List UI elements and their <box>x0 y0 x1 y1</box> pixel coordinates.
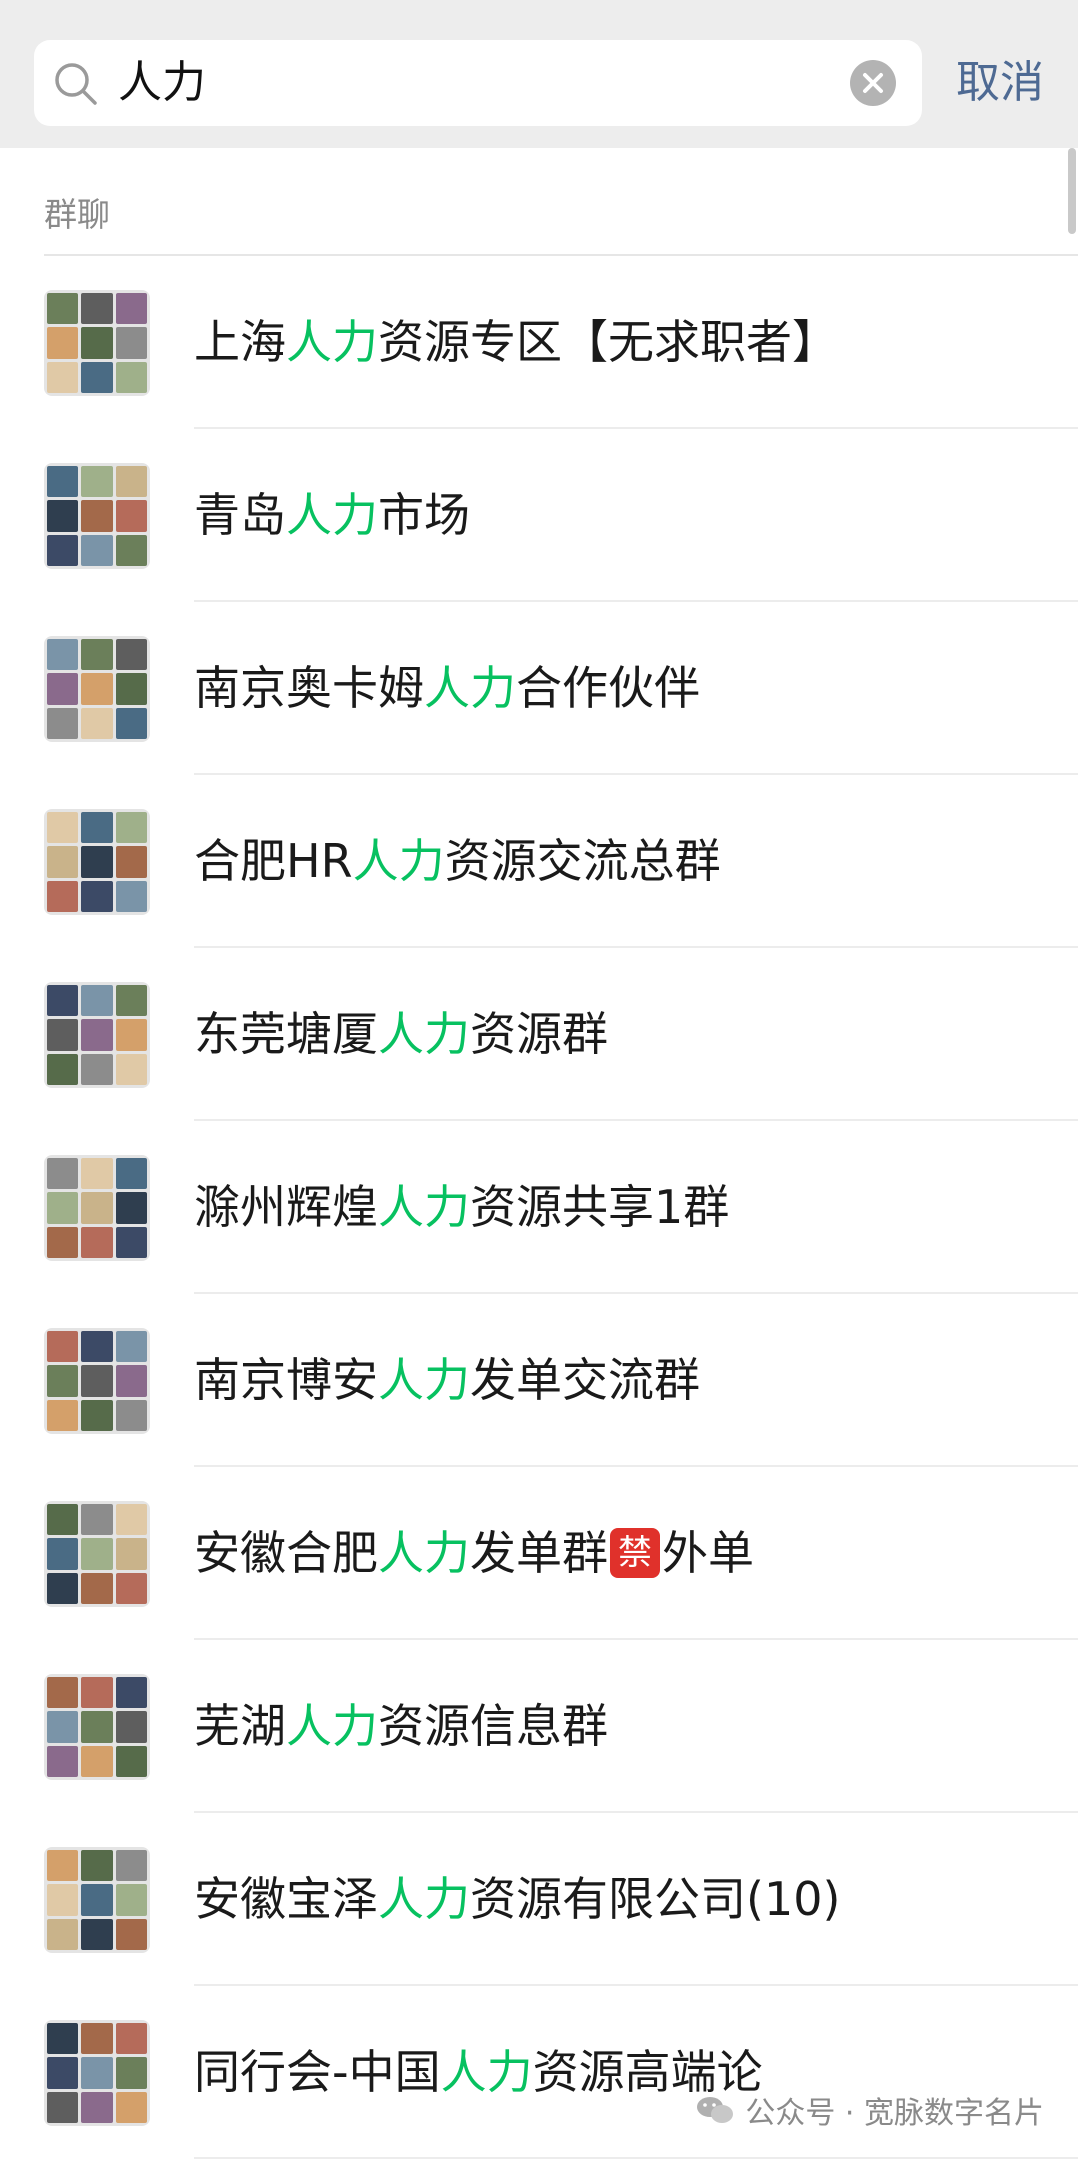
search-query-text: 人力 <box>118 57 206 108</box>
group-chat-title: 南京博安人力发单交流群 <box>194 1294 700 1467</box>
group-avatar <box>44 636 150 742</box>
group-chat-row[interactable]: 南京博安人力发单交流群 <box>0 1294 1078 1467</box>
title-match-highlight: 人力 <box>352 834 445 888</box>
group-chat-row[interactable]: 安徽宝泽人力资源有限公司(10) <box>0 1813 1078 1986</box>
title-suffix: 资源有限公司(10) <box>470 1872 841 1926</box>
group-avatar <box>44 2020 150 2126</box>
title-prefix: 青岛 <box>194 488 286 542</box>
title-prefix: 上海 <box>194 315 286 369</box>
title-prefix: 同行会-中国 <box>194 2045 441 2099</box>
title-suffix: 资源共享1群 <box>470 1180 730 1234</box>
group-chat-row[interactable]: 青岛人力市场 <box>0 429 1078 602</box>
group-chat-title: 南京奥卡姆人力合作伙伴 <box>194 602 700 775</box>
title-suffix: 资源群 <box>470 1007 608 1061</box>
group-avatar <box>44 1501 150 1607</box>
group-avatar <box>44 1847 150 1953</box>
group-avatar <box>44 1155 150 1261</box>
title-prefix: 安徽宝泽 <box>194 1872 378 1926</box>
search-input[interactable]: 人力 <box>34 40 922 126</box>
group-chat-row[interactable]: 东莞塘厦人力资源群 <box>0 948 1078 1121</box>
title-match-highlight: 人力 <box>440 2045 533 2099</box>
group-avatar <box>44 290 150 396</box>
title-match-highlight: 人力 <box>378 1353 470 1407</box>
group-avatar <box>44 463 150 569</box>
group-chat-row[interactable]: 上海人力资源专区【无求职者】 <box>0 256 1078 429</box>
group-chat-title: 芜湖人力资源信息群 <box>194 1640 608 1813</box>
group-chat-row[interactable]: 合肥HR人力资源交流总群 <box>0 775 1078 948</box>
title-suffix: 资源信息群 <box>378 1699 608 1753</box>
title-match-highlight: 人力 <box>378 1872 470 1926</box>
watermark-text: 公众号 · 宽脉数字名片 <box>745 2096 1044 2131</box>
title-prefix: 南京奥卡姆 <box>194 661 424 715</box>
group-chat-title: 安徽宝泽人力资源有限公司(10) <box>194 1813 840 1986</box>
clear-icon[interactable] <box>850 60 896 106</box>
wechat-icon <box>697 2097 734 2123</box>
title-prefix: 合肥HR <box>194 834 353 888</box>
group-chat-row[interactable]: 南京奥卡姆人力合作伙伴 <box>0 602 1078 775</box>
scrollbar[interactable] <box>1068 148 1076 234</box>
group-chat-title: 滁州辉煌人力资源共享1群 <box>194 1121 729 1294</box>
title-suffix-2: 外单 <box>662 1526 754 1580</box>
group-chat-row[interactable]: 安徽合肥人力发单群禁外单 <box>0 1467 1078 1640</box>
group-chat-row[interactable]: 滁州辉煌人力资源共享1群 <box>0 1121 1078 1294</box>
group-chat-results-list: 上海人力资源专区【无求职者】 青岛人力市场 南京奥卡姆人力合作伙伴 合肥HR人力资源交… <box>0 256 1078 2159</box>
title-match-highlight: 人力 <box>424 661 516 715</box>
title-suffix: 发单群 <box>470 1526 608 1580</box>
title-prefix: 芜湖 <box>194 1699 286 1753</box>
title-suffix: 资源交流总群 <box>444 834 721 888</box>
title-suffix: 发单交流群 <box>470 1353 700 1407</box>
section-label-group-chats: 群聊 <box>44 195 110 234</box>
title-match-highlight: 人力 <box>378 1180 470 1234</box>
title-suffix: 市场 <box>378 488 470 542</box>
group-chat-title: 上海人力资源专区【无求职者】 <box>194 256 838 429</box>
watermark: 公众号 · 宽脉数字名片 <box>695 2088 1044 2132</box>
group-chat-title: 青岛人力市场 <box>194 429 470 602</box>
title-match-highlight: 人力 <box>286 315 378 369</box>
title-prefix: 东莞塘厦 <box>194 1007 378 1061</box>
group-chat-row[interactable]: 芜湖人力资源信息群 <box>0 1640 1078 1813</box>
title-match-highlight: 人力 <box>378 1007 470 1061</box>
group-chat-title: 合肥HR人力资源交流总群 <box>194 775 721 948</box>
group-avatar <box>44 809 150 915</box>
group-avatar <box>44 1328 150 1434</box>
group-chat-row[interactable]: 同行会-中国人力资源高端论 <box>0 1986 1078 2159</box>
forbidden-badge: 禁 <box>610 1527 660 1578</box>
group-chat-title: 安徽合肥人力发单群禁外单 <box>194 1467 754 1640</box>
title-prefix: 滁州辉煌 <box>194 1180 378 1234</box>
group-avatar <box>44 1674 150 1780</box>
title-match-highlight: 人力 <box>286 1699 378 1753</box>
title-suffix: 合作伙伴 <box>516 661 700 715</box>
title-prefix: 安徽合肥 <box>194 1526 378 1580</box>
title-match-highlight: 人力 <box>286 488 378 542</box>
search-icon <box>55 63 97 105</box>
group-chat-title: 同行会-中国人力资源高端论 <box>194 1986 763 2159</box>
search-bar: 人力 取消 <box>0 0 1078 148</box>
title-prefix: 南京博安 <box>194 1353 378 1407</box>
title-suffix: 资源专区【无求职者】 <box>378 315 838 369</box>
group-chat-title: 东莞塘厦人力资源群 <box>194 948 608 1121</box>
group-avatar <box>44 982 150 1088</box>
title-match-highlight: 人力 <box>378 1526 470 1580</box>
cancel-button[interactable]: 取消 <box>956 40 1044 126</box>
